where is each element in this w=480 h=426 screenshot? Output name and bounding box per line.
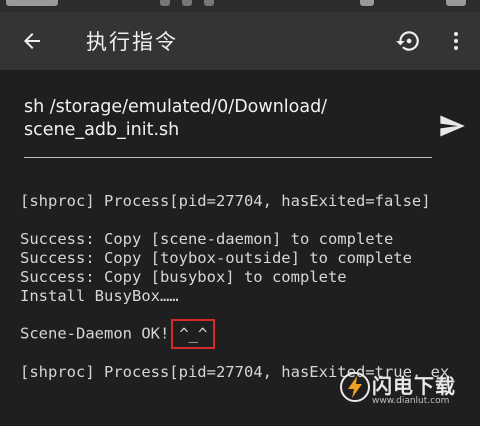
console-line: Scene-Daemon OK! ^_^ bbox=[20, 319, 216, 349]
daemon-status-text: Scene-Daemon OK! bbox=[20, 324, 170, 343]
overflow-menu-button[interactable] bbox=[432, 12, 480, 70]
watermark-brand: 闪电下载 bbox=[372, 374, 456, 398]
back-button[interactable] bbox=[0, 12, 64, 70]
app-screen: 执行指令 sh /storage/emulated/0/Download/ sc… bbox=[0, 0, 480, 426]
arrow-left-icon bbox=[24, 33, 40, 49]
command-input-area: sh /storage/emulated/0/Download/ scene_a… bbox=[0, 70, 480, 182]
page-title: 执行指令 bbox=[86, 30, 178, 54]
highlighted-smiley: ^_^ bbox=[171, 319, 216, 349]
watermark: 闪电下载 www.dianlut.com bbox=[338, 368, 478, 418]
more-vert-icon bbox=[454, 32, 458, 50]
console-line: Success: Copy [toybox-outside] to comple… bbox=[20, 249, 412, 267]
input-underline bbox=[24, 157, 432, 158]
status-bar bbox=[0, 0, 480, 12]
watermark-url: www.dianlut.com bbox=[372, 396, 450, 406]
command-input[interactable]: sh /storage/emulated/0/Download/ scene_a… bbox=[24, 96, 404, 142]
history-button[interactable] bbox=[384, 12, 432, 70]
app-bar: 执行指令 bbox=[0, 12, 480, 70]
console-line: Success: Copy [busybox] to complete bbox=[20, 268, 347, 286]
console-line: Success: Copy [scene-daemon] to complete bbox=[20, 230, 394, 248]
history-icon bbox=[396, 31, 419, 51]
send-button[interactable] bbox=[432, 108, 472, 144]
send-icon bbox=[440, 115, 465, 137]
console-line: Install BusyBox…… bbox=[20, 287, 179, 305]
console-line: [shproc] Process[pid=27704, hasExited=fa… bbox=[20, 192, 431, 210]
lightning-bolt-icon bbox=[340, 372, 370, 402]
